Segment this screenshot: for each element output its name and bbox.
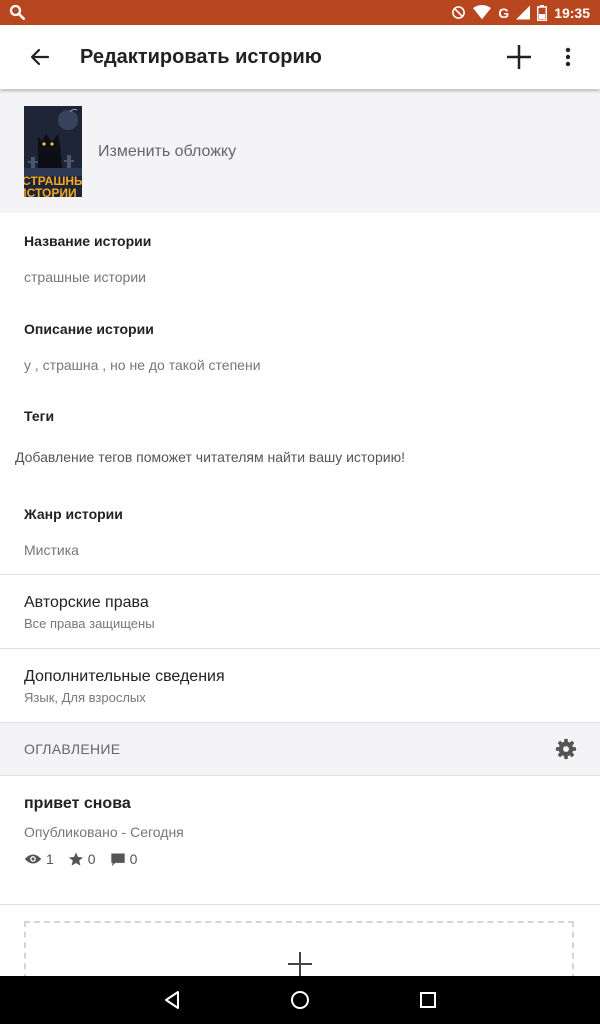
star-icon: [68, 852, 83, 866]
nav-back-icon[interactable]: [160, 988, 184, 1012]
views-stat: 1: [24, 851, 54, 867]
votes-count: 0: [87, 851, 96, 867]
do-not-disturb-icon: [452, 6, 466, 19]
genre-label: Жанр истории: [24, 506, 123, 522]
comments-count: 0: [129, 851, 138, 867]
genre-field[interactable]: Мистика: [24, 542, 79, 558]
search-icon: [9, 4, 26, 21]
more-vert-icon[interactable]: [560, 45, 576, 69]
votes-stat: 0: [68, 851, 96, 867]
battery-icon: [537, 4, 548, 21]
gear-icon[interactable]: [555, 738, 577, 760]
cover-image[interactable]: СТРАШНЫ ИСТОРИИ: [24, 106, 82, 197]
comments-stat: 0: [110, 851, 138, 867]
tags-label: Теги: [24, 408, 55, 424]
change-cover-label[interactable]: Изменить обложку: [98, 143, 236, 161]
views-count: 1: [46, 851, 54, 867]
system-nav-bar: [0, 976, 600, 1024]
tags-field[interactable]: Добавление тегов поможет читателям найти…: [15, 449, 405, 465]
app-bar: Редактировать историю: [0, 25, 600, 89]
story-title-label: Название истории: [24, 233, 152, 249]
story-description-label: Описание истории: [24, 321, 154, 337]
eye-icon: [24, 854, 42, 864]
arrow-left-icon[interactable]: [28, 45, 52, 69]
network-type: G: [498, 4, 510, 21]
cover-art-text-2: ИСТОРИИ: [24, 186, 77, 197]
divider: [0, 648, 600, 649]
page-title: Редактировать историю: [80, 46, 322, 68]
story-description-field[interactable]: у , страшна , но не до такой степени: [24, 357, 261, 373]
nav-home-icon[interactable]: [288, 988, 312, 1012]
plus-icon[interactable]: [506, 44, 532, 70]
copyright-title[interactable]: Авторские права: [24, 594, 149, 612]
nav-recents-icon[interactable]: [416, 988, 440, 1012]
signal-icon: [516, 5, 531, 20]
part-status: Опубликовано - Сегодня: [24, 824, 184, 840]
details-value: Язык, Для взрослых: [24, 690, 146, 705]
story-title-field[interactable]: страшные истории: [24, 269, 146, 285]
plus-icon[interactable]: [287, 951, 313, 977]
status-bar: G 19:35: [0, 0, 600, 25]
toc-header-label: ОГЛАВЛЕНИЕ: [24, 741, 121, 757]
part-stats: 1 0 0: [24, 851, 151, 867]
comment-icon: [110, 853, 125, 866]
toc-header: ОГЛАВЛЕНИЕ: [0, 723, 600, 775]
copyright-value: Все права защищены: [24, 616, 155, 631]
clock: 19:35: [554, 4, 590, 21]
divider: [0, 574, 600, 575]
part-title[interactable]: привет снова: [24, 795, 131, 813]
wifi-icon: [473, 5, 492, 20]
divider: [0, 775, 600, 776]
divider: [0, 904, 600, 905]
cover-section[interactable]: СТРАШНЫ ИСТОРИИ Изменить обложку: [0, 90, 600, 213]
details-title[interactable]: Дополнительные сведения: [24, 668, 225, 686]
